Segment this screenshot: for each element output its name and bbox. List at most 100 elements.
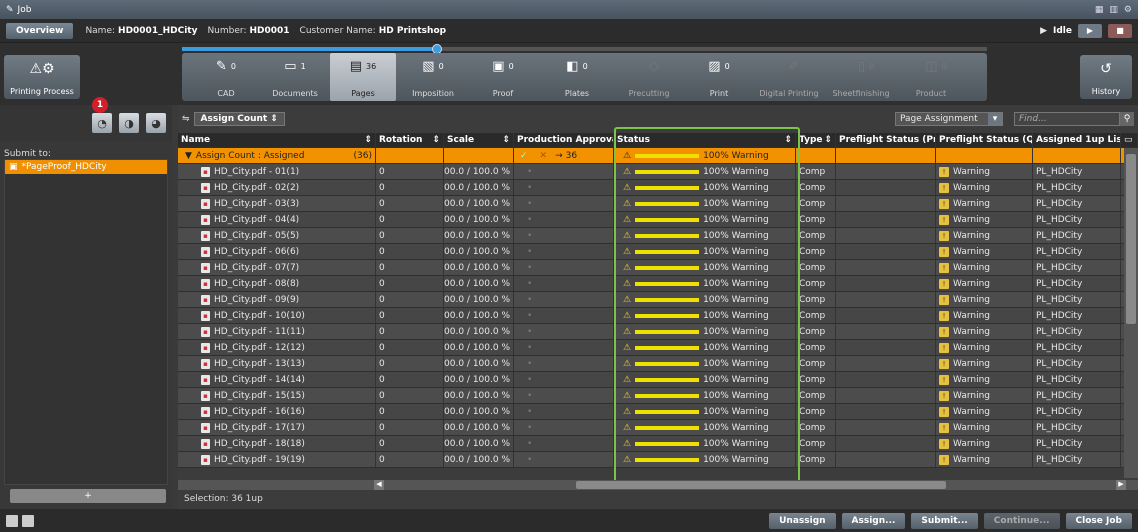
step-proof[interactable]: ▣ 0 Proof <box>470 53 536 101</box>
step-sheetfinishing[interactable]: ▯ 0 Sheetfinishing <box>826 53 896 101</box>
table-row[interactable]: ▪ HD_City.pdf - 18(18) 0 100.0 / 100.0 % • ⚠ 1… <box>178 436 1138 452</box>
table-row[interactable]: ▪ HD_City.pdf - 14(14) 0 100.0 / 100.0 % • ⚠ 1… <box>178 372 1138 388</box>
page-group-button[interactable]: ◕ <box>146 113 166 133</box>
table-row[interactable]: ▪ HD_City.pdf - 01(1) 0 100.0 / 100.0 % • ⚠ 10… <box>178 164 1138 180</box>
preflight-warning-icon: ! <box>939 214 949 225</box>
step-digital-printing[interactable]: ✐ Digital Printing <box>756 53 822 101</box>
col-preflight-qual[interactable]: Preflight Status (Qual...⇕ <box>936 133 1033 147</box>
approval-count: 36 <box>565 150 578 161</box>
close-job-button[interactable]: Close Job <box>1065 512 1132 529</box>
assign-count-button[interactable]: Assign Count ⇕ <box>193 112 285 126</box>
table-row[interactable]: ▪ HD_City.pdf - 15(15) 0 100.0 / 100.0 % • ⚠ 1… <box>178 388 1138 404</box>
start-button[interactable]: ▶ <box>1078 23 1102 38</box>
collapse-icon[interactable]: ▼ <box>185 151 192 161</box>
table-row[interactable]: ▪ HD_City.pdf - 10(10) 0 100.0 / 100.0 % • ⚠ 1… <box>178 308 1138 324</box>
status-bar <box>635 345 700 350</box>
overview-button[interactable]: Overview <box>6 22 74 39</box>
find-input[interactable]: Find... <box>1014 112 1120 126</box>
table-row[interactable]: ▪ HD_City.pdf - 12(12) 0 100.0 / 100.0 % • ⚠ 1… <box>178 340 1138 356</box>
approval-pending-icon: • <box>527 406 533 417</box>
page-name: HD_City.pdf - 10(10) <box>214 310 305 321</box>
list-view-icon[interactable] <box>6 514 18 527</box>
step-print[interactable]: ▨ 0 Print <box>686 53 752 101</box>
col-type[interactable]: Type ⇕ <box>796 133 836 147</box>
table-row[interactable]: ▪ HD_City.pdf - 07(7) 0 100.0 / 100.0 % • ⚠ 10… <box>178 260 1138 276</box>
submit-target-item[interactable]: ▣ *PageProof_HDCity <box>5 160 167 174</box>
table-row[interactable]: ▪ HD_City.pdf - 04(4) 0 100.0 / 100.0 % • ⚠ 10… <box>178 212 1138 228</box>
vertical-scrollbar[interactable] <box>1124 148 1138 478</box>
scroll-thumb[interactable] <box>576 481 946 489</box>
submit-list: ▣ *PageProof_HDCity <box>4 159 168 485</box>
history-button[interactable]: ↺ History <box>1080 55 1132 99</box>
step-imposition[interactable]: ▧ 0 Imposition <box>400 53 466 101</box>
table-row[interactable]: ▪ HD_City.pdf - 19(19) 0 100.0 / 100.0 % • ⚠ 1… <box>178 452 1138 468</box>
preflight-warning-icon: ! <box>939 342 949 353</box>
table-row[interactable]: ▪ HD_City.pdf - 16(16) 0 100.0 / 100.0 % • ⚠ 1… <box>178 404 1138 420</box>
step-product[interactable]: ◫ 0 Product <box>898 53 964 101</box>
pdf-file-icon: ▪ <box>201 326 210 337</box>
job-info-bar: Overview Name: HD0001_HDCity Number: HD0… <box>0 19 1138 43</box>
column-chooser-icon[interactable]: ▭ <box>1121 133 1138 147</box>
table-row[interactable]: ▪ HD_City.pdf - 06(6) 0 100.0 / 100.0 % • ⚠ 10… <box>178 244 1138 260</box>
table-row[interactable]: ▪ HD_City.pdf - 13(13) 0 100.0 / 100.0 % • ⚠ 1… <box>178 356 1138 372</box>
step-cad[interactable]: ✎ 0 CAD <box>192 53 260 101</box>
grid-view-icon[interactable] <box>22 514 34 527</box>
bottom-bar: Unassign Assign... Submit... Continue...… <box>0 509 1138 532</box>
preflight-qual-value: Warning <box>953 246 991 257</box>
table-row[interactable]: ▪ HD_City.pdf - 17(17) 0 100.0 / 100.0 % • ⚠ 1… <box>178 420 1138 436</box>
stop-button[interactable]: ■ <box>1108 23 1132 38</box>
preflight-warning-icon: ! <box>939 166 949 177</box>
rotation-value: 0 <box>379 438 385 449</box>
type-value: Comp <box>799 278 826 289</box>
group-row[interactable]: ▼ Assign Count : Assigned (36) ✓ ✕ → 36 ⚠ 100%… <box>178 148 1138 164</box>
submit-button[interactable]: Submit... <box>911 512 978 529</box>
table-row[interactable]: ▪ HD_City.pdf - 05(5) 0 100.0 / 100.0 % • ⚠ 10… <box>178 228 1138 244</box>
page-name: HD_City.pdf - 16(16) <box>214 406 305 417</box>
table-row[interactable]: ▪ HD_City.pdf - 11(11) 0 100.0 / 100.0 % • ⚠ 1… <box>178 324 1138 340</box>
col-name[interactable]: Name ⇕ <box>178 133 376 147</box>
col-preflight-pre[interactable]: Preflight Status (Pre...⇕ <box>836 133 936 147</box>
search-icon[interactable]: ⚲ <box>1120 112 1134 126</box>
assigned-list-value: PL_HDCity <box>1036 246 1083 257</box>
continue-button[interactable]: Continue... <box>983 512 1060 529</box>
type-value: Comp <box>799 358 826 369</box>
col-scale[interactable]: Scale ⇕ <box>444 133 514 147</box>
col-status[interactable]: Status ⇕ <box>614 133 796 147</box>
preflight-qual-value: Warning <box>953 198 991 209</box>
col-production-approval[interactable]: Production Approval ...⇕ <box>514 133 614 147</box>
horizontal-scrollbar[interactable]: ◀ ▶ <box>178 480 1138 490</box>
page-list-button[interactable]: ◑ <box>119 113 139 133</box>
step-count: 36 <box>366 62 377 71</box>
table-row[interactable]: ▪ HD_City.pdf - 08(8) 0 100.0 / 100.0 % • ⚠ 10… <box>178 276 1138 292</box>
col-assigned-lists[interactable]: Assigned 1up Lists <box>1033 133 1121 147</box>
assign-button[interactable]: Assign... <box>841 512 906 529</box>
page-name: HD_City.pdf - 06(6) <box>214 246 300 257</box>
table-row[interactable]: ▪ HD_City.pdf - 03(3) 0 100.0 / 100.0 % • ⚠ 10… <box>178 196 1138 212</box>
type-value: Comp <box>799 390 826 401</box>
step-label: Pages <box>351 89 375 98</box>
step-documents[interactable]: ▭ 1 Documents <box>262 53 328 101</box>
columns-icon[interactable]: ▥ <box>1109 5 1118 15</box>
add-button[interactable]: + <box>10 489 166 503</box>
step-plates[interactable]: ◧ 0 Plates <box>542 53 612 101</box>
step-pages[interactable]: ▤ 36 Pages <box>330 53 396 101</box>
page-name: HD_City.pdf - 01(1) <box>214 166 300 177</box>
unassign-button[interactable]: Unassign <box>769 512 836 529</box>
scroll-thumb[interactable] <box>1126 154 1136 324</box>
step-precutting[interactable]: ◇ Precutting <box>614 53 684 101</box>
settings-icon[interactable]: ⚙ <box>1124 5 1132 15</box>
page-proof-button[interactable]: ◔ <box>92 113 112 133</box>
warning-icon: ⚠ <box>623 246 632 257</box>
tile-icon[interactable]: ▦ <box>1095 5 1104 15</box>
col-rotation[interactable]: Rotation ⇕ <box>376 133 444 147</box>
printing-process-button[interactable]: ⚠⚙ Printing Process <box>4 55 80 99</box>
window-controls[interactable]: ▦ ▥ ⚙ <box>1095 5 1132 15</box>
scale-value: 100.0 / 100.0 % <box>444 262 510 273</box>
assigned-list-value: PL_HDCity <box>1036 294 1083 305</box>
table-row[interactable]: ▪ HD_City.pdf - 02(2) 0 100.0 / 100.0 % • ⚠ 10… <box>178 180 1138 196</box>
view-dropdown[interactable]: Page Assignment ▾ <box>895 112 1003 126</box>
table-row[interactable]: ▪ HD_City.pdf - 09(9) 0 100.0 / 100.0 % • ⚠ 10… <box>178 292 1138 308</box>
page-name: HD_City.pdf - 12(12) <box>214 342 305 353</box>
pending-icon: → <box>555 150 563 161</box>
step-label: Proof <box>492 89 514 98</box>
